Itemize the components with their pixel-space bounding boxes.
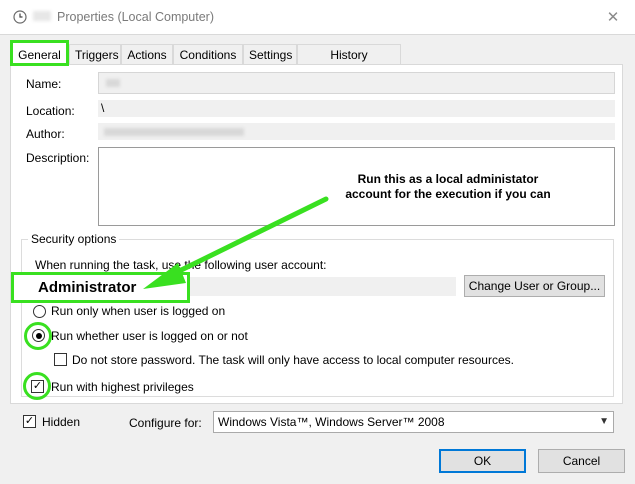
- configure-for-value: Windows Vista™, Windows Server™ 2008: [218, 415, 445, 429]
- close-icon: ✕: [606, 9, 620, 26]
- ok-button[interactable]: OK: [439, 449, 526, 473]
- radio-run-only-label: Run only when user is logged on: [51, 304, 226, 318]
- highest-privileges-label: Run with highest privileges: [51, 380, 194, 394]
- tab-conditions[interactable]: Conditions: [173, 44, 243, 64]
- location-label: Location:: [26, 104, 75, 118]
- author-label: Author:: [26, 127, 65, 141]
- user-account-prompt: When running the task, use the following…: [35, 258, 327, 272]
- checkbox-highest-privileges[interactable]: ✓: [31, 380, 44, 393]
- checkbox-hidden[interactable]: ✓: [23, 415, 36, 428]
- tab-actions[interactable]: Actions: [121, 44, 173, 64]
- checkbox-no-store-password[interactable]: [54, 353, 67, 366]
- window-title: Properties (Local Computer): [57, 10, 215, 24]
- description-label: Description:: [26, 151, 90, 165]
- radio-run-whether-label: Run whether user is logged on or not: [51, 329, 248, 343]
- cancel-button[interactable]: Cancel: [538, 449, 625, 473]
- annotation-line-1: Run this as a local administator: [357, 172, 539, 186]
- radio-run-whether-logged-on[interactable]: [32, 329, 45, 342]
- user-account-value: Administrator: [38, 279, 137, 296]
- name-label: Name:: [26, 77, 62, 91]
- redacted-task-name: [33, 11, 51, 21]
- redacted-name-value: [106, 79, 120, 87]
- location-value: \: [101, 101, 105, 115]
- annotation-line-2: account for the execution if you can: [345, 187, 551, 201]
- close-button[interactable]: ✕: [598, 4, 628, 30]
- location-field[interactable]: \: [98, 100, 615, 117]
- configure-for-select[interactable]: Windows Vista™, Windows Server™ 2008 ▼: [213, 411, 614, 433]
- tab-triggers[interactable]: Triggers: [69, 44, 121, 64]
- hidden-label: Hidden: [42, 415, 81, 429]
- tab-general[interactable]: General: [10, 40, 69, 66]
- name-field[interactable]: [98, 72, 615, 94]
- no-store-password-label: Do not store password. The task will onl…: [72, 353, 514, 367]
- tab-settings[interactable]: Settings: [243, 44, 297, 64]
- redacted-author-value: [104, 128, 244, 136]
- annotation-text: Run this as a local administator account…: [328, 172, 568, 202]
- change-user-button[interactable]: Change User or Group...: [464, 275, 605, 297]
- security-options-title: Security options: [28, 232, 120, 246]
- clock-icon: [13, 10, 27, 24]
- tab-history[interactable]: History (disabled): [297, 44, 401, 82]
- radio-run-only-logged-on[interactable]: [33, 305, 46, 318]
- chevron-down-icon: ▼: [599, 416, 609, 427]
- configure-for-label: Configure for:: [129, 416, 202, 430]
- author-field[interactable]: [98, 123, 615, 140]
